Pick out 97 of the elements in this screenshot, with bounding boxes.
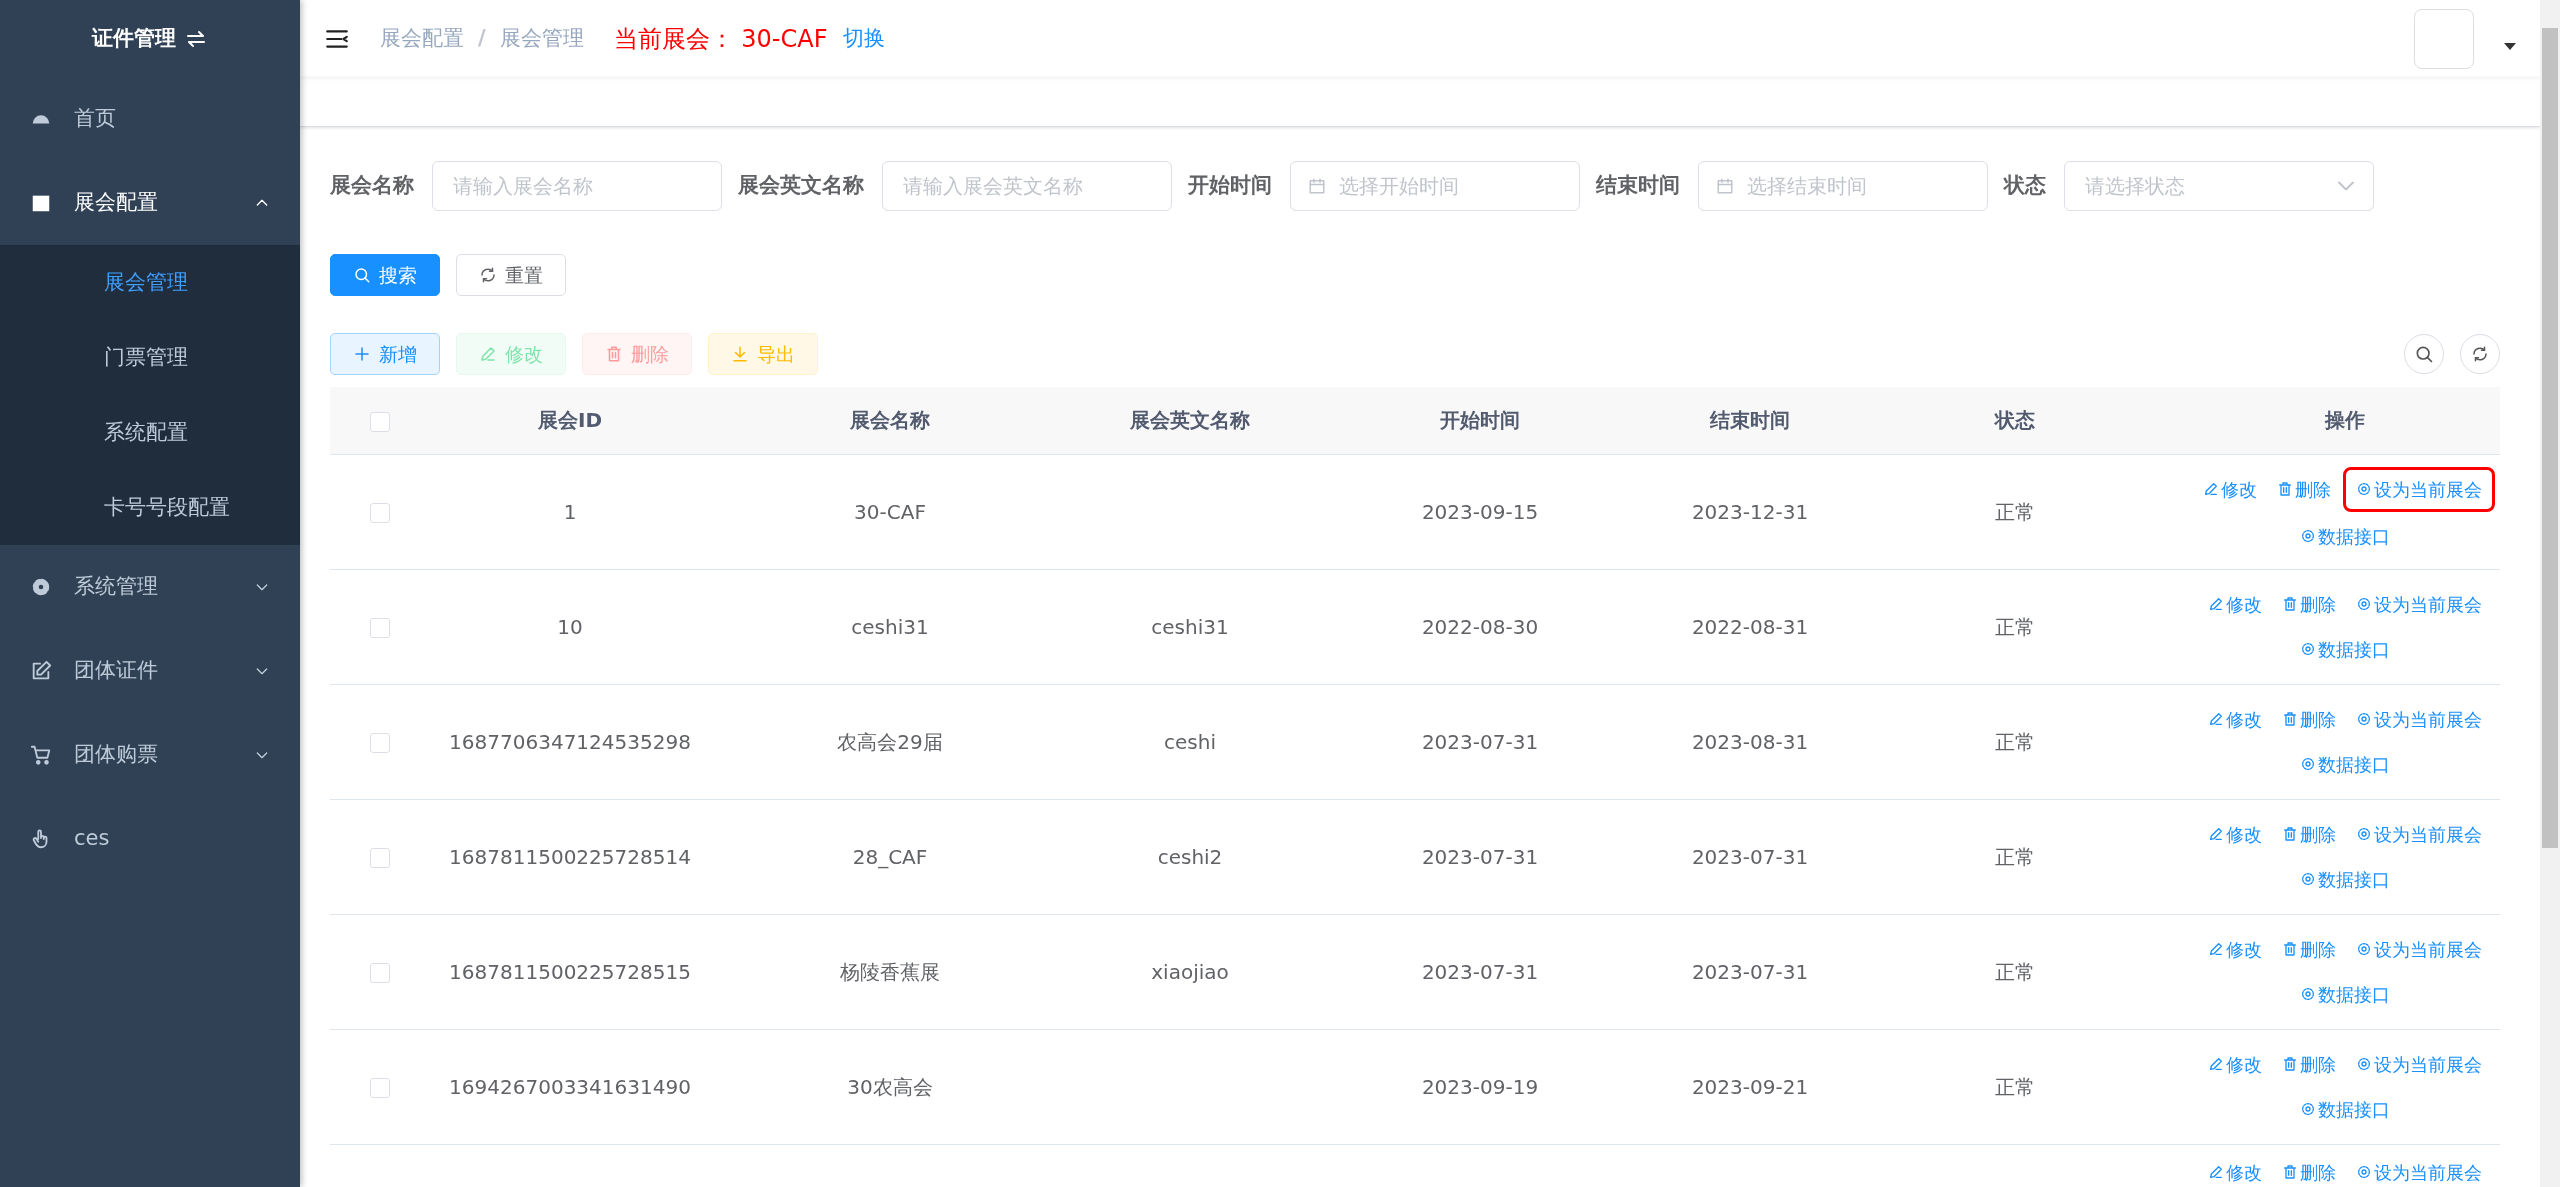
column-header: 操作 <box>2325 408 2365 433</box>
table-cell: 正常 <box>1995 1074 2035 1099</box>
set-current-link[interactable]: 设为当前展会 <box>2348 471 2490 507</box>
sidebar-item[interactable]: 团体证件 <box>0 629 300 713</box>
breadcrumb-separator: / <box>478 24 486 52</box>
edit-link[interactable]: 修改 <box>2205 588 2265 620</box>
add-button[interactable]: 新增 <box>330 333 440 375</box>
field-label: 结束时间 <box>1596 172 1680 200</box>
table-cell: 杨陵香蕉展 <box>840 959 940 984</box>
search-button[interactable]: 搜索 <box>330 254 440 296</box>
set-current-link[interactable]: 设为当前展会 <box>2353 1156 2485 1187</box>
table-cell: ceshi31 <box>1151 614 1229 639</box>
table-cell: 1694267003341631490 <box>449 1074 691 1099</box>
edit-link[interactable]: 修改 <box>2200 471 2260 507</box>
date-field[interactable]: 选择结束时间 <box>1698 161 1988 211</box>
data-api-link[interactable]: 数据接口 <box>2297 978 2393 1010</box>
table-cell: 1687706347124535298 <box>449 729 691 754</box>
column-header: 展会名称 <box>850 408 930 433</box>
sidebar-item[interactable]: 团体购票 <box>0 713 300 797</box>
table-cell: 2023-09-21 <box>1691 1074 1809 1099</box>
table-cell: 2023-09-19 <box>1421 1074 1539 1099</box>
data-api-link[interactable]: 数据接口 <box>2297 1093 2393 1125</box>
set-current-link[interactable]: 设为当前展会 <box>2353 588 2485 620</box>
delete-link[interactable]: 删除 <box>2279 588 2339 620</box>
table-cell: 2023-08-31 <box>1691 729 1809 754</box>
table-cell: 30农高会 <box>847 1074 933 1099</box>
column-header: 展会ID <box>537 408 602 433</box>
delete-link[interactable]: 删除 <box>2279 1156 2339 1187</box>
sidebar-subitem[interactable]: 系统配置 <box>0 395 300 470</box>
table-cell: 30-CAF <box>854 499 926 524</box>
table-cell: 1687811500225728515 <box>449 959 691 984</box>
table-cell: 2023-12-31 <box>1691 499 1809 524</box>
data-api-link[interactable]: 数据接口 <box>2297 633 2393 665</box>
sidebar-item[interactable]: ces <box>0 797 300 881</box>
select-field[interactable]: 请选择状态 <box>2064 161 2374 211</box>
edit-link[interactable]: 修改 <box>2205 818 2265 850</box>
table-cell: 农高会29届 <box>837 729 943 754</box>
breadcrumb-item: 展会管理 <box>499 24 584 52</box>
delete-link[interactable]: 删除 <box>2279 933 2339 965</box>
edit-link[interactable]: 修改 <box>2205 703 2265 735</box>
sidebar-item[interactable]: 首页 <box>0 77 300 161</box>
sidebar-title: 证件管理 <box>92 24 176 52</box>
breadcrumb-item[interactable]: 展会配置 <box>380 22 464 55</box>
table-cell: 2023-07-31 <box>1421 729 1539 754</box>
table-cell: 2023-09-15 <box>1421 499 1539 524</box>
field-label: 开始时间 <box>1188 172 1272 200</box>
table-cell: ceshi31 <box>851 614 929 639</box>
table-cell: 28_CAF <box>852 844 928 869</box>
set-current-link[interactable]: 设为当前展会 <box>2353 1048 2485 1080</box>
table-cell: 正常 <box>1995 729 2035 754</box>
table-cell: 1687811500225728514 <box>449 844 691 869</box>
field-label: 展会英文名称 <box>738 172 864 200</box>
table-cell: 正常 <box>1995 959 2035 984</box>
edit-link[interactable]: 修改 <box>2205 1048 2265 1080</box>
reset-button[interactable]: 重置 <box>456 254 566 296</box>
column-header: 展会英文名称 <box>1130 408 1250 433</box>
column-header: 开始时间 <box>1440 408 1520 433</box>
set-current-link[interactable]: 设为当前展会 <box>2353 933 2485 965</box>
set-current-link[interactable]: 设为当前展会 <box>2353 818 2485 850</box>
table-cell: 2023-07-31 <box>1691 959 1809 984</box>
date-field[interactable]: 选择开始时间 <box>1290 161 1580 211</box>
table-cell: 2022-08-31 <box>1691 614 1809 639</box>
field-label: 展会名称 <box>330 172 414 200</box>
table-cell: 2023-07-31 <box>1691 844 1809 869</box>
table-cell: 2022-08-30 <box>1421 614 1539 639</box>
switch-link[interactable]: 切换 <box>843 22 886 55</box>
sidebar-item[interactable]: 展会配置 <box>0 161 300 245</box>
sidebar-subitem[interactable]: 展会管理 <box>0 245 300 320</box>
table-cell: ceshi <box>1164 729 1216 754</box>
set-current-link[interactable]: 设为当前展会 <box>2353 703 2485 735</box>
table-cell: 2023-07-31 <box>1421 844 1539 869</box>
field-label: 状态 <box>2004 172 2046 200</box>
sidebar-item[interactable]: 系统管理 <box>0 545 300 629</box>
delete-link[interactable]: 删除 <box>2279 818 2339 850</box>
edit-link[interactable]: 修改 <box>2205 1156 2265 1187</box>
table-cell: 1 <box>563 499 577 524</box>
delete-link[interactable]: 删除 <box>2274 471 2334 507</box>
table-cell: 2023-07-31 <box>1421 959 1539 984</box>
input-field[interactable]: 请输入展会英文名称 <box>882 161 1172 211</box>
input-field[interactable]: 请输入展会名称 <box>432 161 722 211</box>
edit-link[interactable]: 修改 <box>2205 933 2265 965</box>
table-cell: 正常 <box>1995 614 2035 639</box>
table-cell: 10 <box>557 614 583 639</box>
sidebar-subitem[interactable]: 门票管理 <box>0 320 300 395</box>
delete-link[interactable]: 删除 <box>2279 1048 2339 1080</box>
current-expo-label: 当前展会： 30-CAF <box>613 23 828 55</box>
column-header: 状态 <box>1995 408 2035 433</box>
data-api-link[interactable]: 数据接口 <box>2297 748 2393 780</box>
table-cell: 正常 <box>1995 844 2035 869</box>
table-cell: xiaojiao <box>1151 959 1229 984</box>
sidebar-subitem[interactable]: 卡号号段配置 <box>0 470 300 545</box>
table-cell: 正常 <box>1995 499 2035 524</box>
data-api-link[interactable]: 数据接口 <box>2297 520 2393 552</box>
column-header: 结束时间 <box>1710 408 1790 433</box>
delete-link[interactable]: 删除 <box>2279 703 2339 735</box>
data-api-link[interactable]: 数据接口 <box>2297 863 2393 895</box>
table-cell: ceshi2 <box>1157 844 1223 869</box>
